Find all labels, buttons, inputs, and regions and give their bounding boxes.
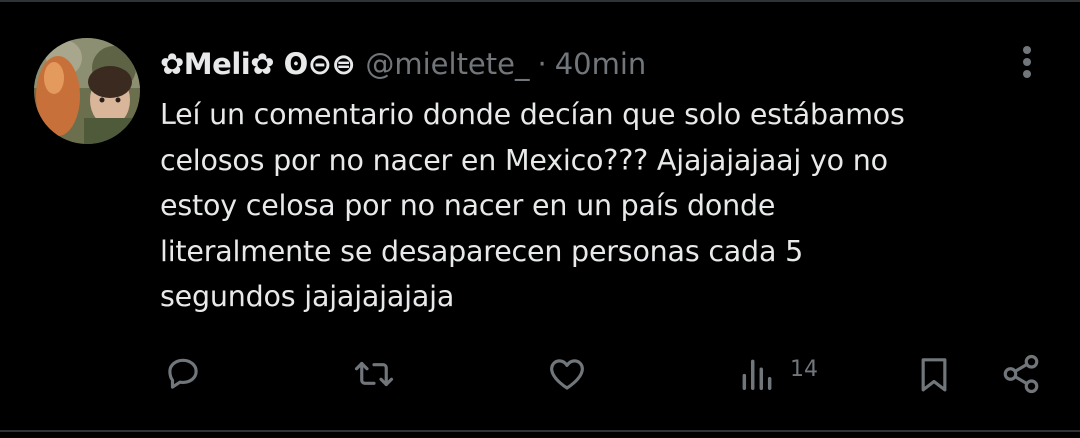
views-count: 14: [790, 356, 818, 382]
views-chart-icon: [742, 359, 772, 390]
separator-dot: ·: [537, 47, 547, 81]
tweet-text: Leí un comentario donde decían que solo …: [160, 92, 1040, 320]
avatar[interactable]: [34, 38, 140, 144]
retweet-button[interactable]: [352, 352, 396, 396]
retweet-icon: [354, 361, 394, 387]
more-vertical-icon: [1023, 46, 1031, 78]
tweet-text-line: Leí un comentario donde decían que solo …: [160, 98, 905, 131]
tweet-text-line: literalmente se desaparecen personas cad…: [160, 234, 804, 268]
tweet-text-line: estoy celosa por no nacer en un país don…: [160, 189, 776, 222]
more-options-button[interactable]: [1010, 40, 1044, 84]
user-handle[interactable]: @mieltete_: [365, 47, 529, 81]
timestamp[interactable]: 40min: [555, 47, 647, 81]
share-icon: [1003, 354, 1039, 394]
like-button[interactable]: [546, 352, 588, 396]
share-button[interactable]: [1000, 352, 1042, 396]
top-divider: [0, 0, 1080, 2]
display-name[interactable]: ✿Meli✿ ʘ⊝⊜: [160, 47, 356, 81]
views-button[interactable]: 14: [738, 352, 818, 396]
bookmark-button[interactable]: [914, 352, 954, 396]
bottom-divider: [0, 430, 1080, 432]
bookmark-icon: [921, 358, 947, 392]
tweet-text-line: segundos jajajajajaja: [160, 280, 455, 313]
tweet-text-line: celosos por no nacer en Mexico??? Ajajaj…: [160, 143, 888, 177]
reply-icon: [168, 358, 198, 389]
tweet-header: ✿Meli✿ ʘ⊝⊜ @mieltete_ · 40min: [160, 42, 646, 86]
reply-button[interactable]: [162, 352, 204, 396]
heart-icon: [550, 359, 584, 390]
